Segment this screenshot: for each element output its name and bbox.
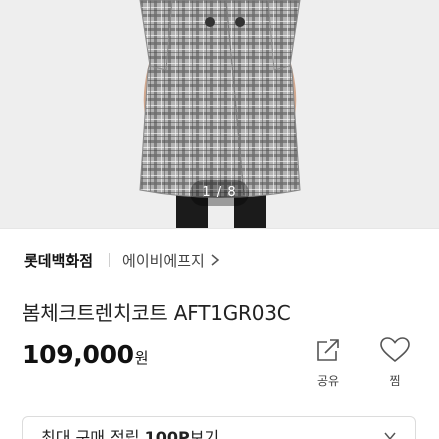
heart-icon [380,337,410,363]
like-label: 찜 [389,374,401,388]
reward-text-suffix: 보기 [189,428,220,439]
brand-link[interactable]: 에이비에프지 [122,250,222,271]
chevron-down-icon [384,432,396,439]
reward-text-prefix: 최대 구매 적립 [41,428,145,439]
coat-button [205,17,215,27]
product-title: 봄체크트렌치코트 AFT1GR03C [22,301,291,325]
currency-unit: 원 [134,349,149,367]
store-name[interactable]: 롯데백화점 [24,250,93,271]
share-button[interactable]: 공유 [308,336,348,389]
coat-button [235,17,245,27]
reward-points-banner[interactable]: 최대 구매 적립 100P보기 [22,416,416,439]
divider [0,228,439,229]
image-page-indicator: 1 / 8 [190,180,249,206]
share-label: 공유 [316,374,340,388]
seller-row: 롯데백화점 에이비에프지 [24,249,222,271]
seller-separator [109,253,111,267]
product-image-gallery[interactable]: 1 / 8 [0,0,439,228]
share-icon [317,339,339,361]
product-price: 109,000 [22,340,134,369]
like-button[interactable]: 찜 [375,336,415,389]
price-row: 109,000 원 [22,340,149,369]
chevron-right-icon [211,254,219,266]
reward-points-text: 최대 구매 적립 100P보기 [41,424,219,439]
brand-name: 에이비에프지 [122,251,205,270]
reward-points-amount: 100P [144,428,190,439]
